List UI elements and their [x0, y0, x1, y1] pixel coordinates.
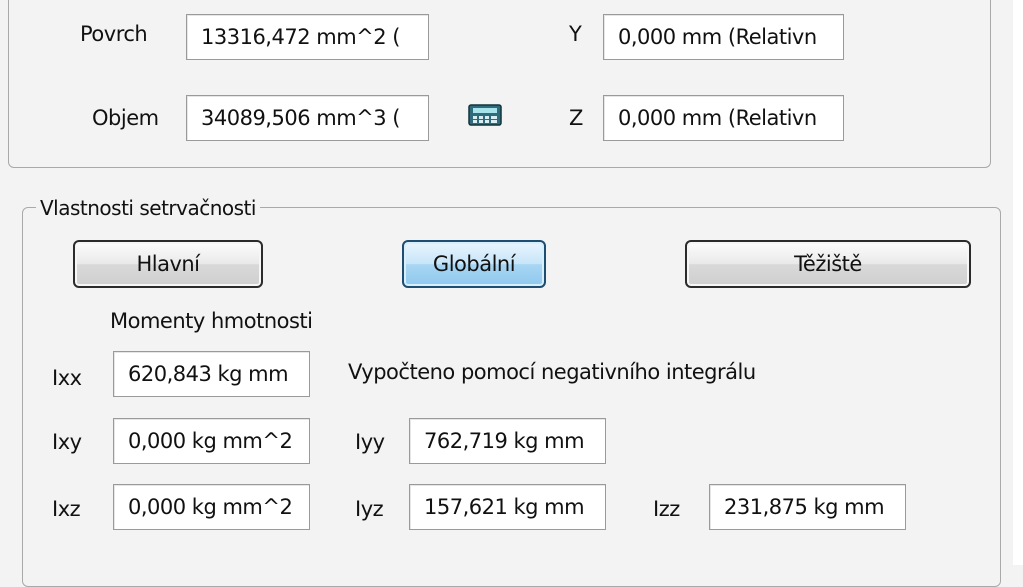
- izz-label: Izz: [653, 497, 680, 521]
- izz-field[interactable]: 231,875 kg mm: [709, 484, 906, 530]
- z-field[interactable]: 0,000 mm (Relativn: [603, 95, 844, 141]
- volume-field[interactable]: 34089,506 mm^3 (: [186, 95, 429, 141]
- y-label: Y: [569, 22, 582, 46]
- volume-label: Objem: [92, 106, 159, 130]
- iyz-field[interactable]: 157,621 kg mm: [409, 484, 606, 530]
- ixy-label: Ixy: [52, 430, 82, 454]
- y-field[interactable]: 0,000 mm (Relativn: [603, 14, 844, 60]
- global-button[interactable]: Globální: [402, 240, 546, 288]
- window-edge: [1013, 0, 1023, 565]
- centroid-button[interactable]: Těžiště: [685, 240, 971, 288]
- surface-field[interactable]: 13316,472 mm^2 (: [186, 14, 429, 60]
- iyz-label: Iyz: [355, 497, 384, 521]
- surface-label: Povrch: [80, 22, 148, 46]
- z-label: Z: [569, 106, 583, 130]
- computation-note: Vypočteno pomocí negativního integrálu: [348, 360, 756, 384]
- ixx-field[interactable]: 620,843 kg mm: [113, 351, 310, 397]
- principal-button[interactable]: Hlavní: [73, 240, 263, 288]
- ixz-field[interactable]: 0,000 kg mm^2: [113, 484, 310, 530]
- iyy-field[interactable]: 762,719 kg mm: [409, 418, 606, 464]
- inertia-group-title: Vlastnosti setrvačnosti: [36, 196, 260, 220]
- ixy-field[interactable]: 0,000 kg mm^2: [113, 418, 310, 464]
- moments-title: Momenty hmotnosti: [110, 309, 313, 333]
- calculator-icon[interactable]: [468, 104, 502, 126]
- ixz-label: Ixz: [52, 497, 81, 521]
- iyy-label: Iyy: [355, 430, 385, 454]
- ixx-label: Ixx: [52, 366, 82, 390]
